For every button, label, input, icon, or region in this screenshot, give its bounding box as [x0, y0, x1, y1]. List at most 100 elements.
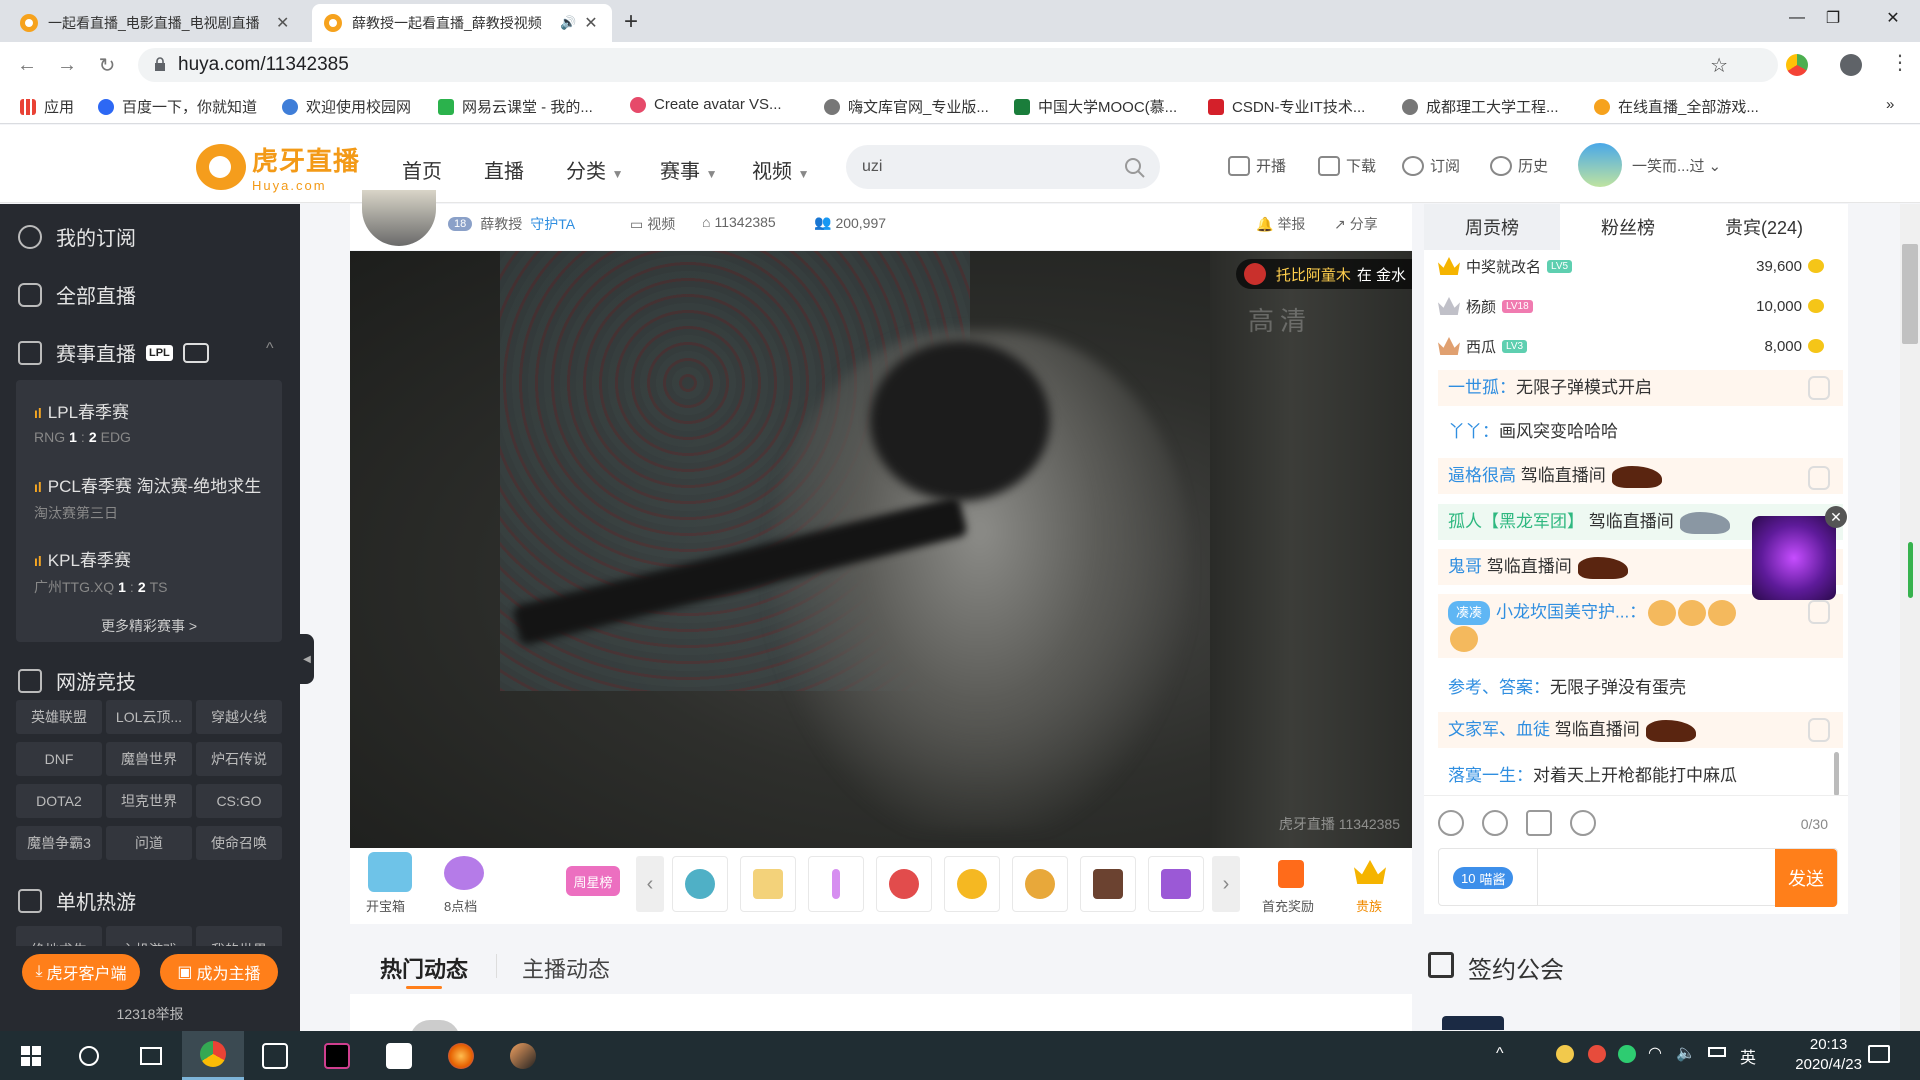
user-menu[interactable]: 一笑而...过 ⌄ [1632, 155, 1721, 176]
close-tab-icon[interactable]: ✕ [584, 13, 597, 33]
palette-icon[interactable] [1482, 810, 1508, 836]
game-tag[interactable]: 魔兽世界 [106, 742, 192, 776]
weekly-star-button[interactable]: 周星榜 [566, 866, 620, 896]
browser-tab-2[interactable]: 薛教授一起看直播_薛教授视频 🔊 ✕ [312, 4, 612, 42]
subscribe-button[interactable]: 订阅 [1402, 155, 1460, 176]
game-tag[interactable]: DNF [16, 742, 102, 776]
bookmark-item[interactable]: 中国大学MOOC(慕... [1014, 96, 1177, 117]
tray-app-icon[interactable] [1556, 1045, 1574, 1063]
taskbar-clock[interactable]: 20:13 2020/4/23 [1795, 1035, 1862, 1075]
barrage-icon[interactable] [1570, 810, 1596, 836]
taskbar-firefox[interactable] [430, 1031, 492, 1080]
bookmark-item[interactable]: 网易云课堂 - 我的... [438, 96, 593, 117]
become-anchor-button[interactable]: ▣ 成为主播 [160, 954, 278, 990]
tray-app-icon[interactable] [1588, 1045, 1606, 1063]
bookmark-item[interactable]: Create avatar VS... [630, 96, 782, 113]
game-tag[interactable]: 英雄联盟 [16, 700, 102, 734]
page-scrollbar-thumb[interactable] [1902, 244, 1918, 344]
bookmark-item[interactable]: CSDN-专业IT技术... [1208, 96, 1365, 117]
bookmark-item[interactable]: 成都理工大学工程... [1402, 96, 1559, 117]
game-tag[interactable]: 问道 [106, 826, 192, 860]
close-tab-icon[interactable]: ✕ [276, 13, 289, 33]
chat-message[interactable]: 丫丫：画风突变哈哈哈 [1438, 414, 1843, 450]
start-button[interactable] [0, 1031, 62, 1080]
history-button[interactable]: 历史 [1490, 155, 1548, 176]
match-item[interactable]: LPL春季赛 RNG1:2EDG [34, 398, 131, 445]
noble-crown-icon[interactable] [1354, 860, 1386, 884]
sidebar-collapse-handle[interactable]: ◀ [300, 634, 314, 684]
chat-message[interactable]: 参考、答案：无限子弹没有蛋壳 [1438, 670, 1843, 706]
gift-item[interactable] [876, 856, 932, 912]
huya-client-button[interactable]: ⤓ 虎牙客户端 [22, 954, 140, 990]
video-player[interactable]: 托比阿童木在 金水 高清 虎牙直播 11342385 [350, 251, 1412, 848]
match-item[interactable]: KPL春季赛 广州TTG.XQ1:2TS [34, 546, 168, 597]
tab-vip[interactable]: 贵宾(224) [1696, 204, 1832, 250]
tab-fans[interactable]: 粉丝榜 [1560, 204, 1696, 250]
game-tag[interactable]: 魔兽争霸3 [16, 826, 102, 860]
gift-item[interactable] [944, 856, 1000, 912]
more-matches-link[interactable]: 更多精彩赛事 > [16, 616, 282, 636]
gift-item[interactable] [1148, 856, 1204, 912]
audio-icon[interactable]: 🔊 [560, 15, 576, 31]
bookmark-item[interactable]: 百度一下，你就知道 [98, 96, 257, 117]
menu-icon[interactable]: ⋮ [1890, 50, 1910, 75]
quality-label[interactable]: 高清 [1248, 301, 1312, 338]
treasure-chest-icon[interactable] [368, 852, 412, 892]
notification-icon[interactable] [1868, 1045, 1890, 1063]
maximize-icon[interactable]: ❐ [1810, 0, 1856, 36]
send-button[interactable]: 发送 [1775, 849, 1837, 907]
game-tag[interactable]: 使命召唤 [196, 826, 282, 860]
back-icon[interactable]: ← [12, 50, 42, 80]
search-input[interactable]: uzi [846, 145, 1160, 189]
rank-row[interactable]: 中奖就改名 LV5 39,600 [1438, 246, 1838, 286]
taskbar-intellij[interactable] [306, 1031, 368, 1080]
go-live-button[interactable]: 开播 [1228, 155, 1286, 176]
fan-badge-selector[interactable]: 10 喵酱 [1453, 867, 1514, 889]
close-ad-icon[interactable]: ✕ [1825, 506, 1847, 528]
nav-video[interactable]: 视频 ▼ [752, 155, 809, 184]
bookmark-apps[interactable]: 应用 [20, 96, 74, 117]
floating-ad[interactable] [1752, 516, 1836, 600]
game-tag[interactable]: 坦克世界 [106, 784, 192, 818]
chat-message[interactable]: 逼格很高 驾临直播间 [1438, 458, 1843, 494]
match-item[interactable]: PCL春季赛 淘汰赛-绝地求生 淘汰赛第三日 [34, 472, 261, 523]
sidebar-section-online[interactable]: 网游竞技 [18, 666, 136, 695]
bookmark-item[interactable]: 欢迎使用校园网 [282, 96, 411, 117]
search-icon[interactable] [1124, 157, 1146, 179]
gift-item[interactable] [808, 856, 864, 912]
game-tag[interactable]: 穿越火线 [196, 700, 282, 734]
forward-icon[interactable]: → [52, 50, 82, 80]
task-view-button[interactable] [120, 1031, 182, 1080]
chat-message[interactable]: 文家军、血徒 驾临直播间 [1438, 712, 1843, 748]
sidebar-item-all-live[interactable]: 全部直播 [18, 280, 136, 309]
game-tag[interactable]: 我的世界 [196, 926, 282, 946]
bookmark-item[interactable]: 在线直播_全部游戏... [1594, 96, 1759, 117]
nav-home[interactable]: 首页 [402, 155, 442, 184]
video-link[interactable]: ▭ 视频 [630, 214, 675, 234]
bookmark-star-icon[interactable]: ☆ [1710, 53, 1728, 78]
close-window-icon[interactable]: ✕ [1870, 0, 1916, 36]
game-tag[interactable]: DOTA2 [16, 784, 102, 818]
streamer-avatar[interactable] [362, 190, 436, 246]
tab-hot-dynamics[interactable]: 热门动态 [380, 952, 468, 984]
game-tag[interactable]: 绝地求生 [16, 926, 102, 946]
report-button[interactable]: 🔔 举报 [1256, 214, 1305, 234]
game-tag[interactable]: 炉石传说 [196, 742, 282, 776]
game-tag[interactable]: CS:GO [196, 784, 282, 818]
tray-overflow-icon[interactable]: ^ [1496, 1045, 1504, 1063]
more-bookmarks[interactable]: » [1886, 96, 1894, 113]
effects-icon[interactable] [1526, 810, 1552, 836]
ime-indicator[interactable]: 英 [1740, 1044, 1756, 1068]
nav-events[interactable]: 赛事 ▼ [660, 155, 717, 184]
rank-row[interactable]: 西瓜 LV3 8,000 [1438, 326, 1838, 366]
sidebar-section-single[interactable]: 单机热游 [18, 886, 136, 915]
gift-next-icon[interactable]: › [1212, 856, 1240, 912]
nav-category[interactable]: 分类 ▼ [566, 155, 623, 184]
guild-logo[interactable] [1442, 1016, 1504, 1030]
address-bar[interactable]: huya.com/11342385 ☆ [138, 48, 1778, 82]
reload-icon[interactable]: ↻ [92, 50, 122, 80]
extension-icon[interactable] [1786, 54, 1808, 76]
tab-anchor-dynamics[interactable]: 主播动态 [522, 952, 610, 984]
nav-live[interactable]: 直播 [484, 155, 524, 184]
gift-prev-icon[interactable]: ‹ [636, 856, 664, 912]
